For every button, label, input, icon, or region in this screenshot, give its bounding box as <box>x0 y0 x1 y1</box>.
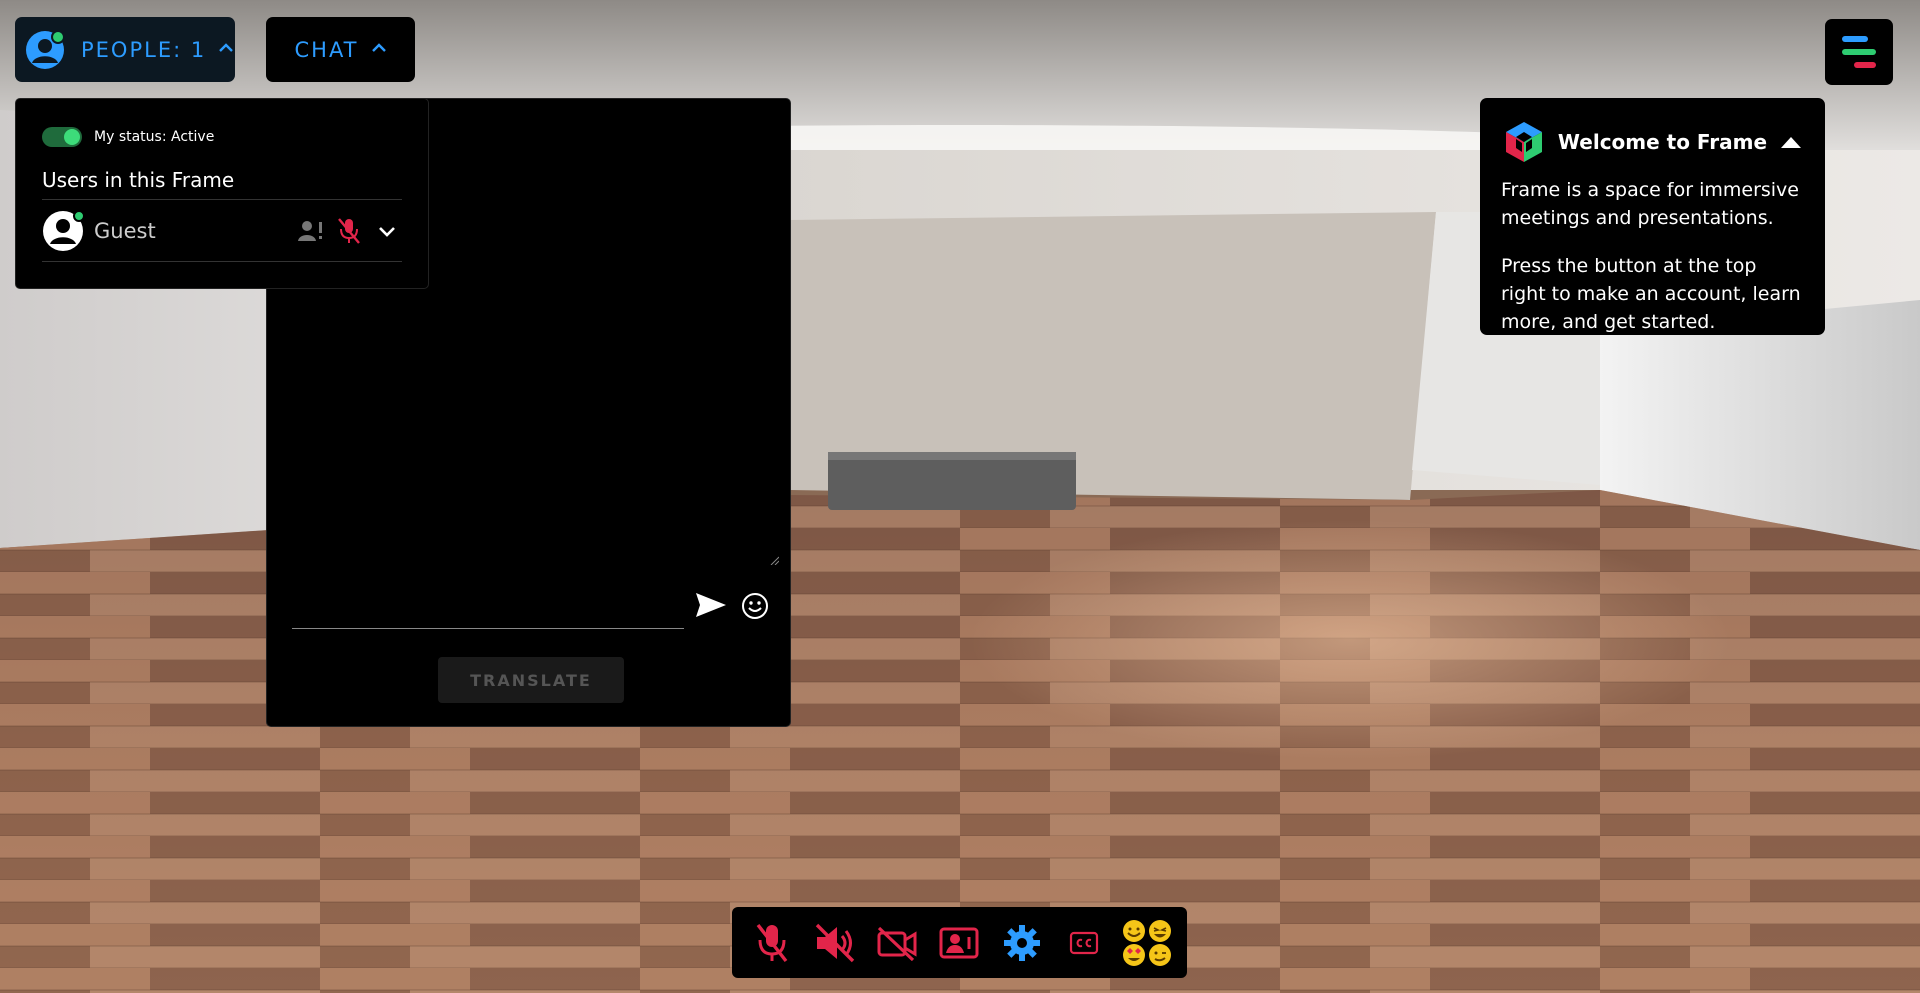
screenshare-icon[interactable] <box>933 916 985 970</box>
welcome-paragraph-2: Press the button at the top right to mak… <box>1501 255 1801 333</box>
translate-button[interactable]: TRANSLATE <box>438 657 624 703</box>
chevron-down-icon[interactable] <box>372 216 402 246</box>
menu-bar-blue <box>1842 36 1868 42</box>
mic-muted-icon[interactable] <box>334 216 364 246</box>
people-count-label: PEOPLE: 1 <box>81 37 207 62</box>
welcome-panel: Welcome to Frame Frame is a space for im… <box>1480 98 1825 335</box>
status-label: My status: Active <box>94 129 215 145</box>
bottom-toolbar <box>732 907 1187 978</box>
chevron-up-icon <box>218 38 234 59</box>
user-avatar-icon <box>42 209 85 252</box>
emoji-reactions-icon[interactable] <box>1121 916 1173 970</box>
welcome-header: Welcome to Frame <box>1501 98 1804 186</box>
resize-grip-icon[interactable] <box>769 555 779 565</box>
chat-label: CHAT <box>294 37 359 62</box>
user-row[interactable]: Guest <box>42 200 402 262</box>
welcome-title: Welcome to Frame <box>1557 130 1768 154</box>
chat-button[interactable]: CHAT <box>266 17 415 82</box>
closed-captions-icon[interactable] <box>1058 916 1110 970</box>
frame-logo-icon <box>1501 119 1547 165</box>
speaker-muted-icon[interactable] <box>808 916 860 970</box>
status-toggle[interactable] <box>42 127 82 147</box>
user-avatar-icon <box>25 29 65 70</box>
send-icon[interactable] <box>695 591 729 621</box>
user-name: Guest <box>94 218 156 243</box>
mic-muted-icon[interactable] <box>746 916 798 970</box>
collapse-caret-icon[interactable] <box>1778 132 1804 152</box>
menu-bar-red <box>1854 62 1876 68</box>
user-report-icon[interactable] <box>296 216 326 246</box>
main-menu-button[interactable] <box>1825 19 1893 85</box>
online-status-dot <box>73 209 85 222</box>
chat-message-input[interactable] <box>292 577 684 629</box>
settings-gear-icon[interactable] <box>996 916 1048 970</box>
users-list-title: Users in this Frame <box>42 160 402 200</box>
people-button[interactable]: PEOPLE: 1 <box>15 17 235 82</box>
people-panel: My status: Active Users in this Frame Gu… <box>15 98 429 289</box>
menu-bar-green <box>1842 49 1876 55</box>
camera-off-icon[interactable] <box>871 916 923 970</box>
status-row: My status: Active <box>42 118 402 156</box>
chevron-up-icon <box>371 38 387 59</box>
welcome-paragraph-1: Frame is a space for immersive meetings … <box>1501 179 1799 229</box>
emoji-picker-icon[interactable] <box>741 592 771 622</box>
